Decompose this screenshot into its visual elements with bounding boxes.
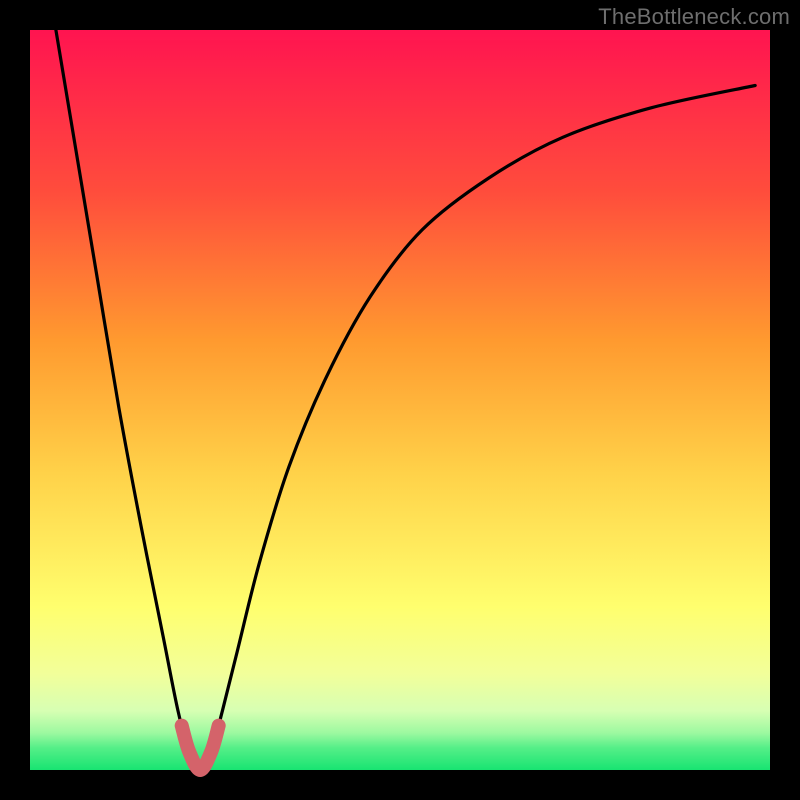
watermark-text: TheBottleneck.com	[598, 4, 790, 30]
plot-background	[30, 30, 770, 770]
chart-frame: TheBottleneck.com	[0, 0, 800, 800]
bottleneck-chart	[0, 0, 800, 800]
